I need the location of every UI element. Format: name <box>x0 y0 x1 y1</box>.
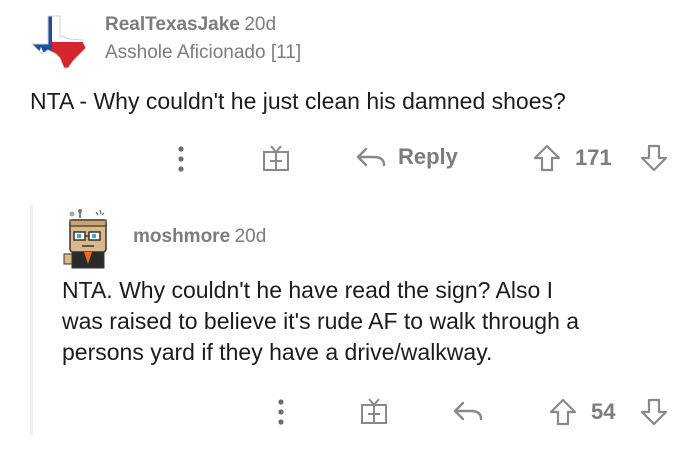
comment-body: NTA. Why couldn't he have read the sign?… <box>62 275 579 368</box>
reply-label: Reply <box>398 144 458 169</box>
upvote-arrow-icon <box>533 144 561 172</box>
more-options-icon <box>178 146 184 172</box>
user-avatar[interactable] <box>62 208 118 270</box>
username[interactable]: RealTexasJake <box>105 14 240 35</box>
comment-body: NTA - Why couldn't he just clean his dam… <box>30 88 566 114</box>
comment-header: moshmore 20d <box>133 226 266 248</box>
more-options-icon <box>278 399 284 425</box>
reply-button[interactable] <box>451 397 485 425</box>
reply-button[interactable]: Reply <box>354 143 458 171</box>
upvote-arrow-icon <box>549 398 577 426</box>
award-button[interactable] <box>261 143 291 173</box>
timestamp[interactable]: 20d <box>235 226 267 247</box>
comment-header: RealTexasJake 20d <box>105 14 276 36</box>
texas-flag-avatar-icon <box>30 15 87 69</box>
username[interactable]: moshmore <box>133 226 230 247</box>
vote-count: 54 <box>591 399 616 424</box>
downvote-button[interactable] <box>640 397 668 427</box>
award-gift-icon <box>263 145 289 171</box>
award-button[interactable] <box>359 396 389 426</box>
reply-arrow-icon <box>453 401 483 421</box>
vote-count: 171 <box>575 145 612 170</box>
more-options-button[interactable] <box>174 145 188 173</box>
user-flair: Asshole Aficionado [11] <box>105 42 302 63</box>
upvote-button[interactable] <box>533 143 561 173</box>
user-avatar[interactable] <box>30 14 88 70</box>
comment-body-line: was raised to believe it's rude AF to wa… <box>62 308 580 334</box>
more-options-button[interactable] <box>274 398 288 426</box>
thread-line[interactable] <box>30 205 33 435</box>
comment-body-line: persons yard if they have a drive/walkwa… <box>62 339 493 365</box>
snoo-robot-avatar-icon <box>63 209 107 269</box>
upvote-button[interactable] <box>549 397 577 427</box>
award-gift-icon <box>361 398 387 424</box>
downvote-arrow-icon <box>640 144 668 172</box>
timestamp[interactable]: 20d <box>244 14 276 35</box>
downvote-button[interactable] <box>640 143 668 173</box>
downvote-arrow-icon <box>640 398 668 426</box>
reply-arrow-icon <box>356 147 386 167</box>
comment-body-line: NTA. Why couldn't he have read the sign?… <box>62 277 554 303</box>
